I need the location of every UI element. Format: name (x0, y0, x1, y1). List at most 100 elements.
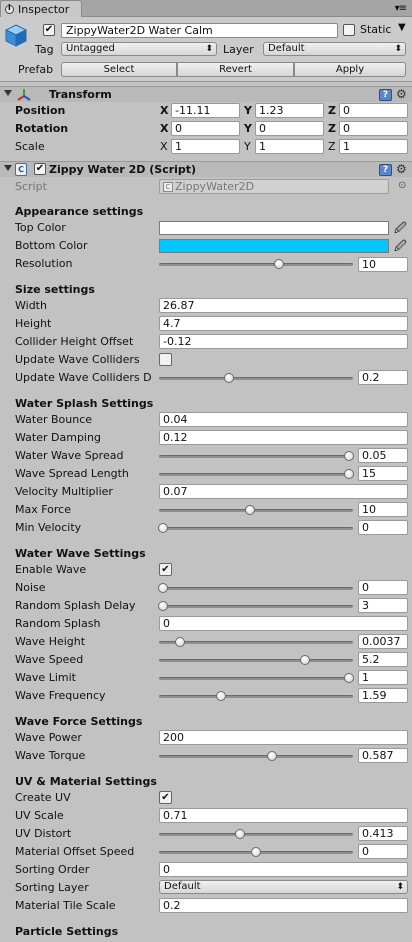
wave-limit-slider[interactable] (159, 671, 355, 686)
foldout-arrow-icon[interactable] (4, 90, 12, 96)
resolution-slider[interactable] (159, 257, 353, 272)
prefab-select-button[interactable]: Select (61, 62, 177, 77)
rotation-x-field[interactable]: 0 (171, 121, 240, 136)
slider-thumb[interactable] (223, 373, 234, 383)
component-enabled-checkbox[interactable]: ✔ (34, 163, 46, 175)
rotation-z-field[interactable]: 0 (339, 121, 408, 136)
noise-slider[interactable] (157, 581, 353, 596)
wave-height-slider[interactable] (159, 635, 353, 650)
random-splash-label: Random Splash (15, 617, 101, 630)
noise-field[interactable]: 0 (358, 580, 408, 595)
sorting-layer-dropdown[interactable]: Default ⬍ (159, 880, 408, 894)
slider-thumb[interactable] (216, 691, 227, 701)
update-colliders-checkbox[interactable] (159, 353, 172, 366)
slider-thumb[interactable] (344, 673, 355, 683)
offset-speed-slider[interactable] (159, 845, 353, 860)
sorting-order-field[interactable]: 0 (159, 862, 408, 877)
min-velocity-slider[interactable] (157, 521, 353, 536)
wave-limit-field[interactable]: 1 (358, 670, 408, 685)
static-dropdown-icon[interactable]: ▼ (398, 22, 406, 33)
slider-thumb[interactable] (251, 847, 261, 857)
wave-torque-field[interactable]: 0.587 (358, 748, 408, 763)
bottom-color-field[interactable] (159, 239, 389, 253)
uv-scale-field[interactable]: 0.71 (159, 808, 408, 823)
max-force-slider[interactable] (159, 503, 353, 518)
tag-dropdown[interactable]: Untagged ⬍ (61, 42, 217, 56)
object-picker-icon[interactable]: ⊙ (398, 180, 406, 191)
static-checkbox[interactable] (343, 24, 355, 36)
slider-thumb[interactable] (175, 637, 186, 647)
splash-delay-field[interactable]: 3 (358, 598, 408, 613)
slider-thumb[interactable] (235, 829, 246, 839)
slider-track (159, 527, 353, 530)
slider-thumb[interactable] (299, 655, 310, 665)
wave-frequency-field[interactable]: 1.59 (358, 688, 408, 703)
wave-spread-slider[interactable] (159, 449, 355, 464)
wave-speed-field[interactable]: 5.2 (358, 652, 408, 667)
max-force-field[interactable]: 10 (358, 502, 408, 517)
slider-track (159, 833, 353, 836)
uv-distort-slider[interactable] (159, 827, 353, 842)
scale-x-field[interactable]: 1 (171, 139, 240, 154)
slider-thumb[interactable] (157, 601, 168, 611)
uv-distort-field[interactable]: 0.413 (358, 826, 408, 841)
collider-offset-field[interactable]: -0.12 (159, 334, 408, 349)
slider-track (159, 587, 353, 590)
slider-thumb[interactable] (157, 523, 168, 533)
velocity-field[interactable]: 0.07 (159, 484, 408, 499)
layer-dropdown[interactable]: Default ⬍ (263, 42, 406, 56)
prefab-apply-button[interactable]: Apply (294, 62, 406, 77)
top-color-field[interactable] (159, 221, 389, 235)
active-checkbox[interactable]: ✔ (43, 24, 55, 36)
slider-thumb[interactable] (245, 505, 256, 515)
position-z-field[interactable]: 0 (339, 103, 408, 118)
width-field[interactable]: 26.87 (159, 298, 408, 313)
slider-thumb[interactable] (274, 259, 285, 269)
wave-power-field[interactable]: 200 (159, 730, 408, 745)
tile-scale-field[interactable]: 0.2 (159, 898, 408, 913)
wave-torque-slider[interactable] (159, 749, 353, 764)
water-damping-field[interactable]: 0.12 (159, 430, 408, 445)
prefab-revert-button[interactable]: Revert (177, 62, 294, 77)
offset-speed-field[interactable]: 0 (358, 844, 408, 859)
transform-header[interactable]: Transform ? ⚙ (0, 86, 412, 102)
object-name-field[interactable]: ZippyWater2D Water Calm (61, 23, 338, 38)
position-x-field[interactable]: -11.11 (171, 103, 240, 118)
scale-z-field[interactable]: 1 (339, 139, 408, 154)
create-uv-checkbox[interactable]: ✔ (159, 791, 172, 804)
gear-icon[interactable]: ⚙ (396, 87, 407, 101)
splash-delay-slider[interactable] (157, 599, 353, 614)
update-colliders-d-slider[interactable] (159, 371, 353, 386)
slider-track (159, 605, 353, 608)
wave-height-field[interactable]: 0.0037 (358, 634, 408, 649)
min-velocity-field[interactable]: 0 (358, 520, 408, 535)
scale-y-field[interactable]: 1 (255, 139, 324, 154)
eyedropper-icon[interactable]: 🖉 (394, 237, 407, 258)
slider-thumb[interactable] (344, 451, 355, 461)
enable-wave-checkbox[interactable]: ✔ (159, 563, 172, 576)
wave-frequency-slider[interactable] (159, 689, 353, 704)
position-y-field[interactable]: 1.23 (255, 103, 324, 118)
wave-speed-slider[interactable] (159, 653, 353, 668)
spread-length-slider[interactable] (159, 467, 355, 482)
window-menu-icon[interactable]: ▾≡ (395, 3, 407, 14)
help-icon[interactable]: ? (379, 89, 392, 101)
dropdown-arrows-icon: ⬍ (396, 882, 404, 892)
help-icon[interactable]: ? (379, 164, 392, 176)
wave-spread-field[interactable]: 0.05 (358, 448, 408, 463)
spread-length-field[interactable]: 15 (358, 466, 408, 481)
tab-inspector[interactable]: Inspector (0, 0, 82, 17)
update-colliders-d-field[interactable]: 0.2 (358, 370, 408, 385)
rotation-y-field[interactable]: 0 (255, 121, 324, 136)
gear-icon[interactable]: ⚙ (396, 162, 407, 176)
random-splash-field[interactable]: 0 (159, 616, 408, 631)
resolution-field[interactable]: 10 (358, 257, 408, 272)
slider-thumb[interactable] (344, 469, 355, 479)
slider-thumb[interactable] (266, 751, 277, 761)
component-header[interactable]: C ✔ Zippy Water 2D (Script) ? ⚙ (0, 161, 412, 177)
foldout-arrow-icon[interactable] (4, 165, 12, 171)
slider-thumb[interactable] (157, 583, 168, 593)
scale-label: Scale (15, 140, 45, 153)
water-bounce-field[interactable]: 0.04 (159, 412, 408, 427)
height-field[interactable]: 4.7 (159, 316, 408, 331)
